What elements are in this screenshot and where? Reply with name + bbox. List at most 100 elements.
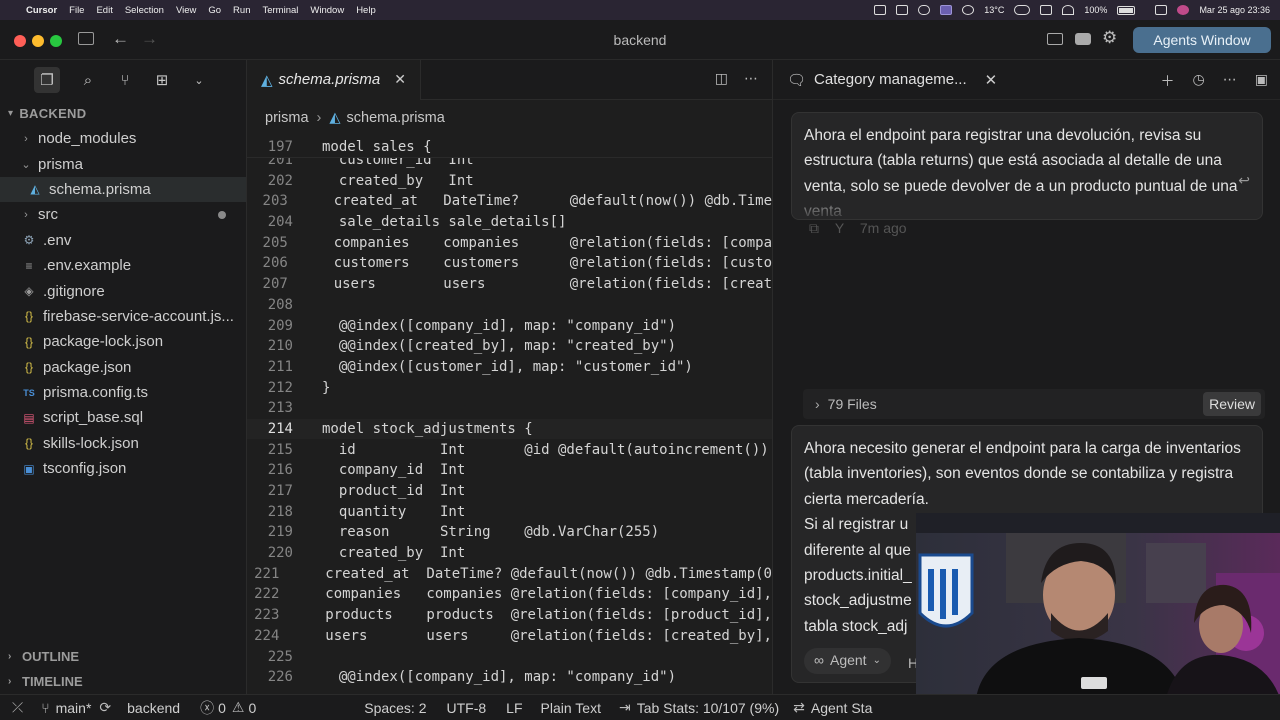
code-line[interactable]: 213 bbox=[247, 398, 772, 419]
code-view[interactable]: 197 model sales { 201 customer_id Int 202… bbox=[247, 137, 772, 694]
chat-title[interactable]: Category manageme... bbox=[814, 71, 967, 88]
menu-file[interactable]: File bbox=[69, 5, 84, 16]
display-icon[interactable] bbox=[940, 5, 953, 15]
maximize-window-button[interactable] bbox=[50, 35, 62, 47]
toggle-icon[interactable] bbox=[1014, 5, 1031, 15]
minimize-window-button[interactable] bbox=[32, 35, 44, 47]
code-line[interactable]: 220 created_by Int bbox=[247, 543, 772, 564]
tree-item[interactable]: ◭ schema.prisma bbox=[0, 176, 246, 203]
weather-temperature[interactable]: 13°C bbox=[984, 5, 1004, 15]
chevron-down-icon[interactable]: ⌄ bbox=[190, 71, 208, 89]
menu-edit[interactable]: Edit bbox=[96, 5, 112, 16]
sync-icon[interactable]: ⟳ bbox=[99, 699, 111, 716]
tab-schema-prisma[interactable]: ◭ schema.prisma ✕ bbox=[247, 59, 421, 100]
history-icon[interactable]: ◷ bbox=[1193, 71, 1205, 91]
menu-help[interactable]: Help bbox=[356, 5, 376, 16]
toggle-sidebar-icon[interactable] bbox=[78, 32, 94, 45]
breadcrumb-file[interactable]: schema.prisma bbox=[347, 110, 445, 126]
code-line[interactable]: 208 bbox=[247, 295, 772, 316]
code-line[interactable]: 218 quantity Int bbox=[247, 501, 772, 522]
close-window-button[interactable] bbox=[14, 35, 26, 47]
tree-item[interactable]: TS prisma.config.ts bbox=[0, 380, 246, 405]
code-line[interactable]: 203 created_at DateTime? @default(now())… bbox=[247, 191, 772, 212]
code-line[interactable]: 209 @@index([company_id], map: "company_… bbox=[247, 315, 772, 336]
control-center-icon[interactable] bbox=[1155, 5, 1168, 15]
explorer-section-header[interactable]: ▾ BACKEND bbox=[0, 100, 246, 126]
agents-window-button[interactable]: Agents Window bbox=[1133, 27, 1271, 53]
code-line[interactable]: 210 @@index([created_by], map: "created_… bbox=[247, 336, 772, 357]
code-line[interactable]: 211 @@index([customer_id], map: "custome… bbox=[247, 357, 772, 378]
code-line[interactable]: 216 company_id Int bbox=[247, 460, 772, 481]
forward-arrow-icon[interactable]: → bbox=[141, 29, 158, 49]
code-line[interactable]: 212} bbox=[247, 377, 772, 398]
code-line[interactable]: 221 created_at DateTime? @default(now())… bbox=[247, 563, 772, 584]
menu-run[interactable]: Run bbox=[233, 5, 250, 16]
search-icon[interactable]: ⌕ bbox=[79, 71, 97, 89]
tab-stats[interactable]: Tab Stats: 10/107 (9%) bbox=[637, 700, 779, 716]
error-count[interactable]: 0 bbox=[218, 700, 226, 716]
code-line[interactable]: 214 model stock_adjustments { bbox=[247, 419, 772, 440]
clock[interactable]: Mar 25 ago 23:36 bbox=[1199, 5, 1270, 15]
warning-count[interactable]: 0 bbox=[248, 700, 256, 716]
play-icon[interactable] bbox=[1040, 5, 1053, 15]
layout-icon[interactable] bbox=[1047, 33, 1063, 45]
indentation[interactable]: Spaces: 2 bbox=[364, 700, 426, 716]
language-mode[interactable]: Plain Text bbox=[541, 700, 601, 716]
wifi-alt-icon[interactable] bbox=[962, 5, 975, 15]
remote-icon[interactable]: ⤫ bbox=[12, 699, 23, 716]
code-line[interactable]: 224 users users @relation(fields: [creat… bbox=[247, 626, 772, 647]
code-line[interactable]: 204 sale_details sale_details[] bbox=[247, 212, 772, 233]
code-line[interactable]: 223 products products @relation(fields: … bbox=[247, 605, 772, 626]
menu-selection[interactable]: Selection bbox=[125, 5, 164, 16]
review-button[interactable]: Review bbox=[1203, 392, 1261, 416]
copy-icon[interactable]: ⧉ bbox=[809, 220, 819, 236]
more-actions-icon[interactable]: ⋯ bbox=[744, 70, 758, 87]
agent-stats[interactable]: Agent Sta bbox=[811, 700, 873, 716]
tree-item[interactable]: ◈ .gitignore bbox=[0, 278, 246, 303]
menu-view[interactable]: View bbox=[176, 5, 196, 16]
files-icon[interactable]: ❐ bbox=[34, 67, 60, 93]
user-message[interactable]: Ahora el endpoint para registrar una dev… bbox=[791, 112, 1263, 220]
code-line[interactable]: 219 reason String @db.VarChar(255) bbox=[247, 522, 772, 543]
back-arrow-icon[interactable]: ← bbox=[112, 29, 129, 49]
app-menu[interactable]: Cursor bbox=[26, 5, 57, 16]
shield-icon[interactable] bbox=[874, 5, 887, 15]
tree-item[interactable]: ▣ tsconfig.json bbox=[0, 456, 246, 481]
tree-item[interactable]: ≡ .env.example bbox=[0, 253, 246, 278]
wifi-icon[interactable] bbox=[1062, 5, 1075, 15]
code-line[interactable]: 217 product_id Int bbox=[247, 481, 772, 502]
tree-item[interactable]: ▤ script_base.sql bbox=[0, 405, 246, 430]
tree-item[interactable]: {} package.json bbox=[0, 355, 246, 380]
tree-item[interactable]: {} package-lock.json bbox=[0, 329, 246, 354]
branch-name[interactable]: main* bbox=[56, 700, 92, 716]
tree-item[interactable]: ⌄ prisma bbox=[0, 151, 246, 176]
tree-item[interactable]: ⚙ .env bbox=[0, 228, 246, 253]
extensions-icon[interactable]: ⊞ bbox=[153, 71, 171, 89]
agent-mode-selector[interactable]: ∞ Agent ⌄ bbox=[804, 648, 891, 674]
tree-item[interactable]: {} skills-lock.json bbox=[0, 431, 246, 456]
tree-item[interactable]: › node_modules bbox=[0, 126, 246, 151]
code-line[interactable]: 205 companies companies @relation(fields… bbox=[247, 232, 772, 253]
outline-section[interactable]: › OUTLINE bbox=[0, 644, 247, 669]
more-actions-icon[interactable]: ⋯ bbox=[1223, 71, 1237, 91]
breadcrumb-folder[interactable]: prisma bbox=[265, 110, 309, 126]
chat-bubble-icon[interactable] bbox=[1075, 33, 1091, 45]
line-ending[interactable]: LF bbox=[506, 700, 522, 716]
battery-icon[interactable] bbox=[1117, 5, 1136, 15]
code-line[interactable]: 222 companies companies @relation(fields… bbox=[247, 584, 772, 605]
changed-files-bar[interactable]: › 79 Files Review bbox=[803, 389, 1265, 419]
close-icon[interactable]: ✕ bbox=[394, 71, 406, 88]
code-line[interactable]: 215 id Int @id @default(autoincrement()) bbox=[247, 439, 772, 460]
close-icon[interactable]: ✕ bbox=[985, 71, 998, 89]
controller-icon[interactable] bbox=[918, 5, 931, 15]
code-line[interactable]: 202 created_by Int bbox=[247, 170, 772, 191]
encoding[interactable]: UTF-8 bbox=[447, 700, 487, 716]
menu-window[interactable]: Window bbox=[310, 5, 344, 16]
timeline-section[interactable]: › TIMELINE bbox=[0, 669, 247, 694]
code-line[interactable]: 207 users users @relation(fields: [creat bbox=[247, 274, 772, 295]
code-line[interactable]: 206 customers customers @relation(fields… bbox=[247, 253, 772, 274]
thumb-icon[interactable]: Y bbox=[835, 220, 844, 236]
tree-item[interactable]: {} firebase-service-account.js... bbox=[0, 304, 246, 329]
workspace-folder[interactable]: backend bbox=[127, 700, 180, 716]
menu-go[interactable]: Go bbox=[208, 5, 221, 16]
